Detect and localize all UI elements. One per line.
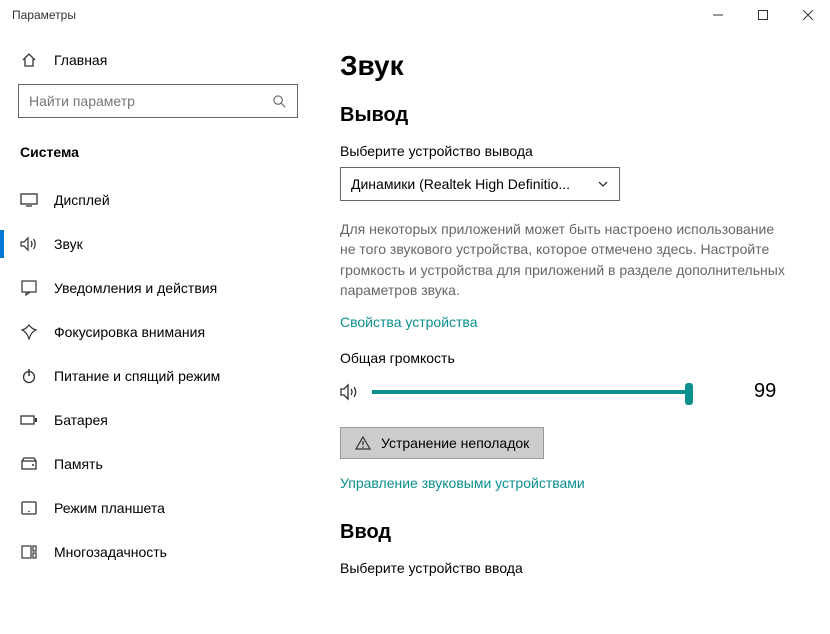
sidebar-item-label: Батарея	[54, 412, 108, 428]
maximize-button[interactable]	[740, 0, 785, 30]
titlebar: Параметры	[0, 0, 830, 30]
home-label: Главная	[54, 52, 107, 68]
sidebar-item-label: Уведомления и действия	[54, 280, 217, 296]
output-device-select[interactable]: Динамики (Realtek High Definitio...	[340, 167, 620, 201]
volume-control: 99	[340, 380, 806, 403]
focus-icon	[20, 324, 38, 340]
window-title: Параметры	[12, 8, 76, 22]
manage-devices-link[interactable]: Управление звуковыми устройствами	[340, 475, 585, 491]
slider-thumb[interactable]	[685, 383, 693, 405]
output-description: Для некоторых приложений может быть наст…	[340, 219, 790, 300]
sidebar-item-power[interactable]: Питание и спящий режим	[0, 354, 310, 398]
volume-label: Общая громкость	[340, 350, 806, 366]
power-icon	[20, 368, 38, 384]
device-properties-link[interactable]: Свойства устройства	[340, 314, 478, 330]
volume-slider[interactable]	[372, 382, 692, 402]
battery-icon	[20, 414, 38, 426]
chevron-down-icon	[597, 178, 609, 190]
sidebar-item-multitasking[interactable]: Многозадачность	[0, 530, 310, 574]
category-label: Система	[0, 136, 310, 178]
display-icon	[20, 193, 38, 207]
sidebar-item-label: Звук	[54, 236, 83, 252]
search-icon	[272, 94, 287, 109]
input-select-label: Выберите устройство ввода	[340, 560, 806, 576]
sidebar-item-label: Дисплей	[54, 192, 110, 208]
sidebar-item-tablet[interactable]: Режим планшета	[0, 486, 310, 530]
sidebar-item-label: Фокусировка внимания	[54, 324, 205, 340]
window-controls	[695, 0, 830, 30]
sound-icon	[20, 236, 38, 252]
sidebar-item-notifications[interactable]: Уведомления и действия	[0, 266, 310, 310]
sidebar-item-focus[interactable]: Фокусировка внимания	[0, 310, 310, 354]
content: Звук Вывод Выберите устройство вывода Ди…	[310, 30, 830, 634]
output-heading: Вывод	[340, 104, 806, 127]
sidebar-item-display[interactable]: Дисплей	[0, 178, 310, 222]
output-select-label: Выберите устройство вывода	[340, 143, 806, 159]
search-field[interactable]	[29, 93, 272, 109]
sidebar-item-label: Питание и спящий режим	[54, 368, 220, 384]
sidebar-item-battery[interactable]: Батарея	[0, 398, 310, 442]
search-input[interactable]	[18, 84, 298, 118]
volume-icon	[340, 383, 360, 401]
page-title: Звук	[340, 50, 806, 82]
minimize-button[interactable]	[695, 0, 740, 30]
sidebar-item-storage[interactable]: Память	[0, 442, 310, 486]
sidebar-item-label: Многозадачность	[54, 544, 167, 560]
tablet-icon	[20, 501, 38, 515]
troubleshoot-button[interactable]: Устранение неполадок	[340, 427, 544, 459]
multitasking-icon	[20, 545, 38, 559]
volume-value: 99	[754, 380, 776, 403]
close-button[interactable]	[785, 0, 830, 30]
sidebar-item-label: Режим планшета	[54, 500, 165, 516]
sidebar: Главная Система Дисплей	[0, 30, 310, 634]
warning-icon	[355, 435, 371, 451]
troubleshoot-label: Устранение неполадок	[381, 435, 529, 451]
output-device-value: Динамики (Realtek High Definitio...	[351, 176, 570, 192]
sidebar-item-sound[interactable]: Звук	[0, 222, 310, 266]
notifications-icon	[20, 280, 38, 296]
storage-icon	[20, 457, 38, 471]
input-heading: Ввод	[340, 521, 806, 544]
home-icon	[20, 52, 38, 68]
sidebar-item-label: Память	[54, 456, 103, 472]
sidebar-nav: Дисплей Звук Уведомления и действия	[0, 178, 310, 574]
home-link[interactable]: Главная	[0, 42, 310, 78]
